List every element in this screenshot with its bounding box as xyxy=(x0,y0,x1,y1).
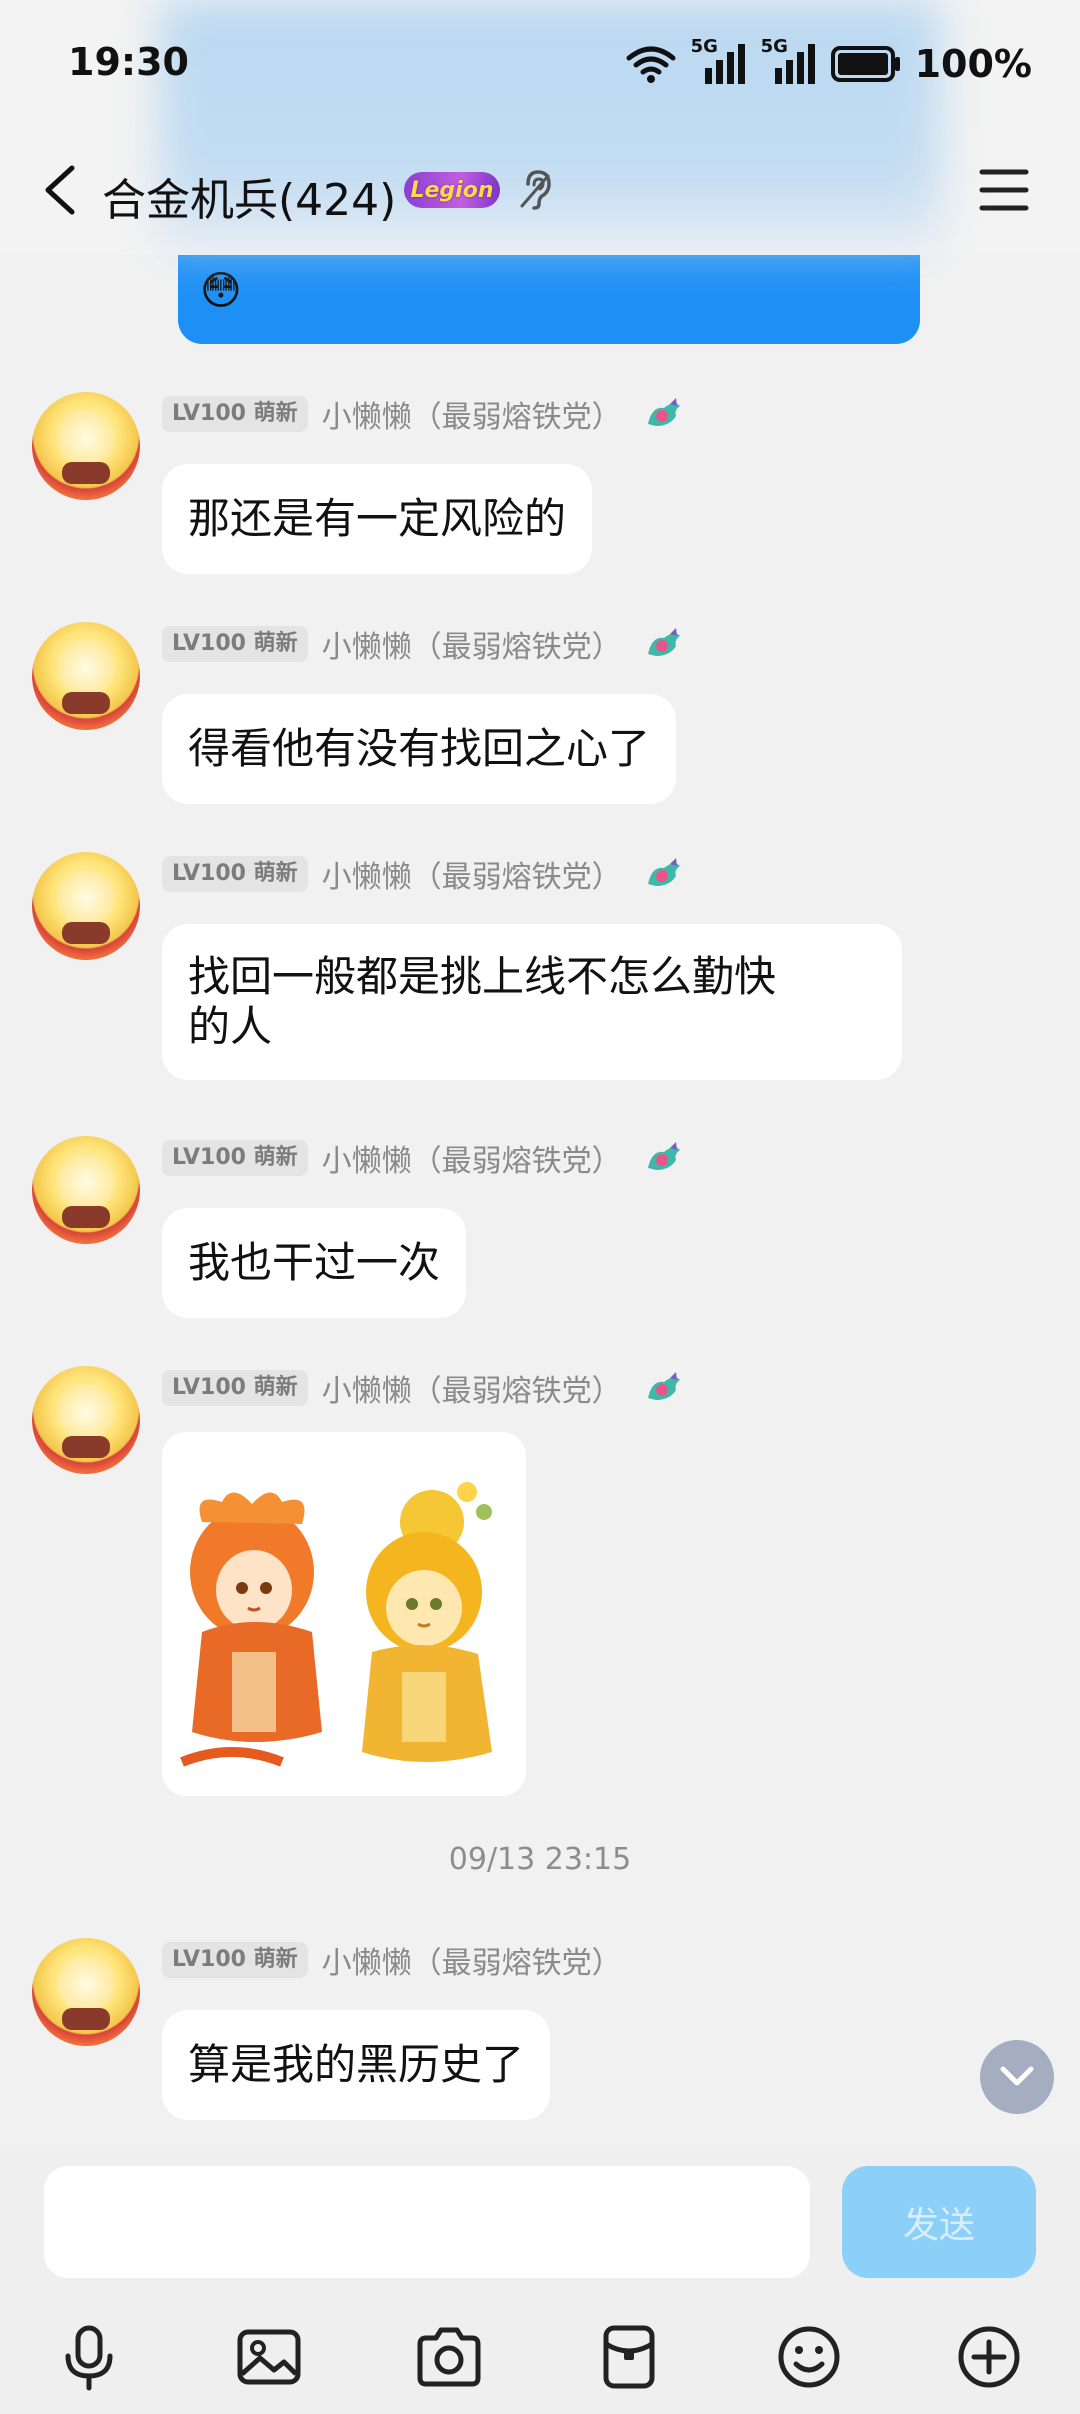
legion-badge[interactable]: Legion xyxy=(404,172,500,208)
sent-message-emoji: 😳 xyxy=(200,268,242,314)
battery-percent: 100% xyxy=(914,42,1032,86)
dragon-title-icon xyxy=(647,1142,680,1170)
battery-icon xyxy=(830,46,900,82)
chat-title[interactable]: 合金机兵(424) xyxy=(102,164,396,228)
message-timestamp: 09/13 23:15 xyxy=(448,1842,632,1877)
sender-avatar[interactable] xyxy=(32,852,140,960)
dragon-title-icon xyxy=(647,1372,680,1400)
level-badge: LV100 萌新 xyxy=(162,1942,308,1978)
sender-avatar[interactable] xyxy=(32,392,140,500)
sender-name[interactable]: 小懒懒（最弱熔铁党） xyxy=(322,1366,622,1410)
message-bubble[interactable]: 得看他有没有找回之心了 xyxy=(162,694,677,804)
red-packet-icon[interactable] xyxy=(594,2322,664,2392)
menu-icon[interactable] xyxy=(976,164,1032,216)
emoji-icon[interactable] xyxy=(774,2322,844,2392)
dragon-title-icon xyxy=(647,628,680,656)
level-badge: LV100 萌新 xyxy=(162,1370,308,1406)
message-bubble[interactable]: 找回一般都是挑上线不怎么勤快 的人 xyxy=(162,924,902,1080)
wifi-icon xyxy=(626,46,676,83)
level-badge: LV100 萌新 xyxy=(162,856,308,892)
message-bubble[interactable]: 那还是有一定风险的 xyxy=(162,464,593,574)
sender-avatar[interactable] xyxy=(32,1938,140,2046)
send-button[interactable]: 发送 xyxy=(842,2166,1036,2278)
microphone-icon[interactable] xyxy=(54,2322,124,2392)
level-badge: LV100 萌新 xyxy=(162,1140,308,1176)
dragon-title-icon xyxy=(647,858,680,886)
composer-toolbar xyxy=(0,2306,1080,2406)
message-bubble[interactable]: 我也干过一次 xyxy=(162,1208,467,1318)
sender-name[interactable]: 小懒懒（最弱熔铁党） xyxy=(322,622,622,666)
image-icon[interactable] xyxy=(234,2322,304,2392)
message-input[interactable] xyxy=(44,2166,810,2278)
back-arrow-icon[interactable] xyxy=(34,160,94,220)
dragon-title-icon xyxy=(647,398,680,426)
signal-5g-icon-2: 5G xyxy=(761,36,817,86)
message-text-line: 找回一般都是挑上线不怎么勤快 xyxy=(188,952,777,1001)
message-meta: LV100 萌新 小懒懒（最弱熔铁党） xyxy=(162,852,684,896)
sender-name[interactable]: 小懒懒（最弱熔铁党） xyxy=(322,1136,622,1180)
ear-icon[interactable] xyxy=(518,168,554,210)
camera-icon[interactable] xyxy=(414,2322,484,2392)
cookie-characters-sticker xyxy=(180,1482,492,1767)
message-meta: LV100 萌新 小懒懒（最弱熔铁党） xyxy=(162,1366,684,1410)
message-meta: LV100 萌新 小懒懒（最弱熔铁党） xyxy=(162,1938,622,1982)
sender-name[interactable]: 小懒懒（最弱熔铁党） xyxy=(322,1938,622,1982)
sender-name[interactable]: 小懒懒（最弱熔铁党） xyxy=(322,852,622,896)
status-time: 19:30 xyxy=(68,40,189,84)
sender-name[interactable]: 小懒懒（最弱熔铁党） xyxy=(322,392,622,436)
message-bubble[interactable]: 算是我的黑历史了 xyxy=(162,2010,551,2120)
signal-5g-icon-1: 5G xyxy=(691,36,747,86)
sender-avatar[interactable] xyxy=(32,622,140,730)
plus-icon[interactable] xyxy=(954,2322,1024,2392)
status-icons: 5G 5G 100% xyxy=(625,36,1032,88)
message-meta: LV100 萌新 小懒懒（最弱熔铁党） xyxy=(162,622,684,666)
message-meta: LV100 萌新 小懒懒（最弱熔铁党） xyxy=(162,392,684,436)
level-badge: LV100 萌新 xyxy=(162,626,308,662)
message-meta: LV100 萌新 小懒懒（最弱熔铁党） xyxy=(162,1136,684,1180)
chevron-down-icon xyxy=(1000,2066,1034,2086)
sticker-message[interactable] xyxy=(162,1432,526,1796)
sender-avatar[interactable] xyxy=(32,1136,140,1244)
message-text-line: 的人 xyxy=(188,1002,273,1051)
sender-avatar[interactable] xyxy=(32,1366,140,1474)
level-badge: LV100 萌新 xyxy=(162,396,308,432)
composer: 发送 xyxy=(0,2146,1080,2414)
chat-header: 合金机兵(424) Legion xyxy=(0,150,1080,230)
scroll-to-bottom-button[interactable] xyxy=(980,2040,1054,2114)
